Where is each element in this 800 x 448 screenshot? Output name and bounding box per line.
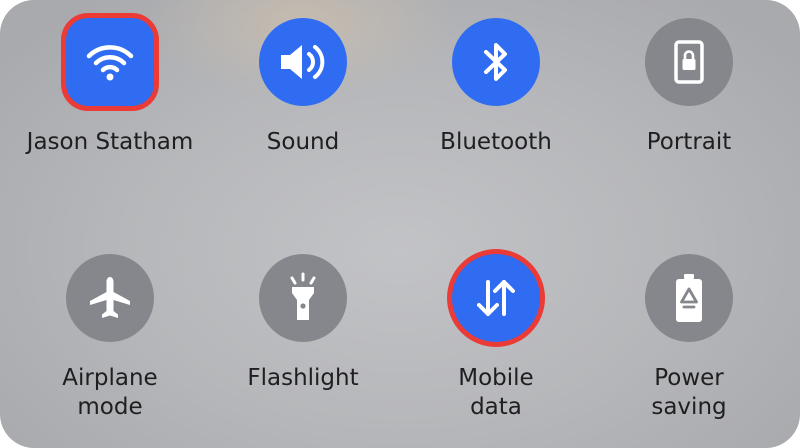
wifi-tile[interactable]: Jason Statham: [15, 18, 205, 157]
flashlight-label: Flashlight: [247, 365, 359, 391]
airplane-mode-toggle[interactable]: [66, 254, 154, 342]
airplane-mode-label: Airplane mode: [62, 365, 158, 420]
power-saving-tile[interactable]: Power saving: [594, 254, 784, 422]
power-saving-label: Power saving: [651, 365, 727, 420]
flashlight-icon: [283, 272, 323, 324]
volume-icon: [277, 39, 329, 85]
airplane-mode-tile[interactable]: Airplane mode: [15, 254, 205, 422]
flashlight-tile[interactable]: Flashlight: [208, 254, 398, 393]
wifi-icon: [85, 42, 135, 82]
bluetooth-icon: [479, 39, 513, 85]
power-saving-toggle[interactable]: [645, 254, 733, 342]
wifi-label: Jason Statham: [26, 129, 194, 155]
sound-tile[interactable]: Sound: [208, 18, 398, 157]
portrait-toggle[interactable]: [645, 18, 733, 106]
mobile-data-tile[interactable]: Mobile data: [401, 254, 591, 422]
portrait-label: Portrait: [646, 129, 732, 155]
mobile-data-toggle[interactable]: [452, 254, 540, 342]
mobile-data-label: Mobile data: [458, 365, 534, 420]
portrait-tile[interactable]: Portrait: [594, 18, 784, 157]
quick-settings-panel: Jason Statham Sound Bluetooth Portrait A…: [0, 0, 800, 448]
flashlight-toggle[interactable]: [259, 254, 347, 342]
sound-toggle[interactable]: [259, 18, 347, 106]
power-saving-icon: [672, 272, 706, 324]
sound-label: Sound: [266, 129, 340, 155]
bluetooth-label: Bluetooth: [440, 129, 552, 155]
bluetooth-toggle[interactable]: [452, 18, 540, 106]
rotation-lock-icon: [672, 40, 706, 84]
bluetooth-tile[interactable]: Bluetooth: [401, 18, 591, 157]
mobile-data-icon: [472, 276, 520, 320]
airplane-icon: [86, 274, 134, 322]
wifi-toggle[interactable]: [66, 18, 154, 106]
